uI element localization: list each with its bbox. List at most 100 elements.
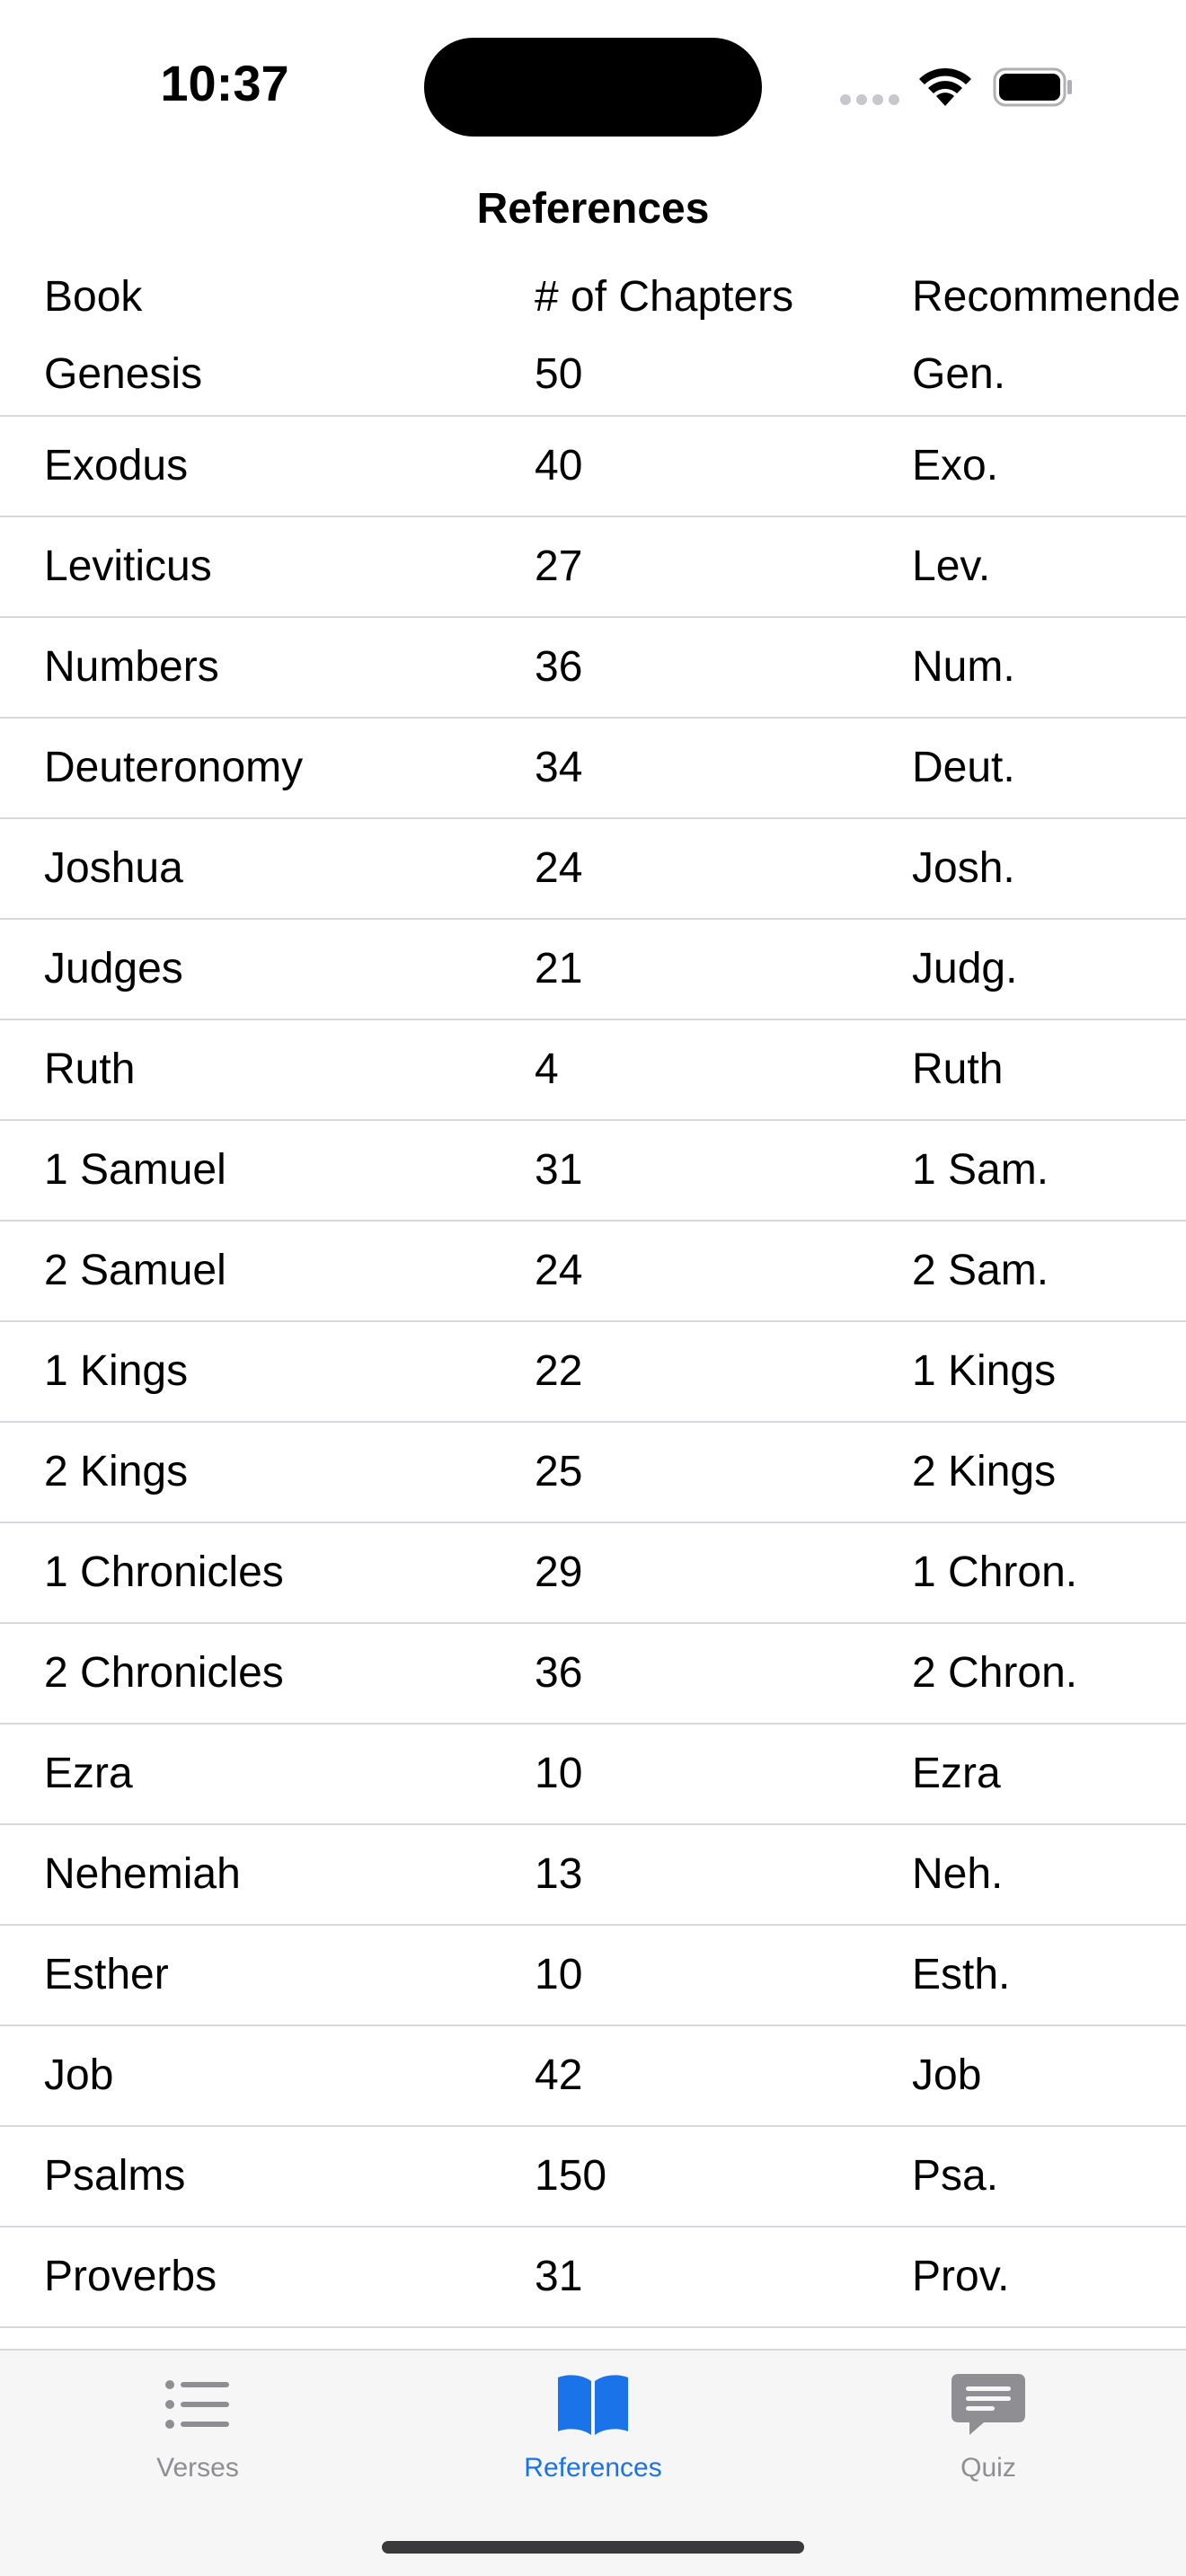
book-name-cell: 1 Samuel bbox=[44, 1146, 226, 1194]
book-name-cell: Genesis bbox=[44, 350, 203, 398]
table-row[interactable]: 1 Kings 22 1 Kings bbox=[0, 1322, 1186, 1421]
battery-icon bbox=[993, 67, 1072, 107]
abbreviation-cell: Psa. bbox=[912, 2152, 999, 2200]
book-name-cell: Joshua bbox=[44, 844, 183, 892]
book-name-cell: Exodus bbox=[44, 442, 189, 490]
table-row[interactable]: Joshua 24 Josh. bbox=[0, 819, 1186, 918]
table-row[interactable]: 2 Kings 25 2 Kings bbox=[0, 1423, 1186, 1522]
wifi-icon bbox=[919, 67, 971, 106]
table-row[interactable]: Leviticus 27 Lev. bbox=[0, 517, 1186, 616]
abbreviation-cell: Job bbox=[912, 2051, 982, 2099]
book-name-cell: Nehemiah bbox=[44, 1850, 241, 1898]
table-row[interactable]: 2 Samuel 24 2 Sam. bbox=[0, 1222, 1186, 1320]
chapter-count-cell: 36 bbox=[535, 1649, 583, 1697]
home-indicator bbox=[382, 2541, 804, 2554]
book-name-cell: Job bbox=[44, 2051, 114, 2099]
chapter-count-cell: 24 bbox=[535, 844, 583, 892]
tab-references[interactable]: References bbox=[458, 2369, 728, 2503]
table-row[interactable]: Nehemiah 13 Neh. bbox=[0, 1825, 1186, 1924]
cellular-signal-icon bbox=[840, 94, 899, 105]
status-bar: 10:37 bbox=[0, 0, 1186, 171]
chapter-count-cell: 4 bbox=[535, 1045, 559, 1093]
book-name-cell: 1 Chronicles bbox=[44, 1548, 284, 1596]
book-icon bbox=[558, 2375, 628, 2435]
abbreviation-cell: Eccl. bbox=[912, 2328, 1005, 2349]
status-time: 10:37 bbox=[160, 55, 289, 111]
chapter-count-cell: 34 bbox=[535, 744, 583, 791]
book-name-cell: 2 Chronicles bbox=[44, 1649, 284, 1697]
tab-verses-label: Verses bbox=[156, 2453, 239, 2483]
abbreviation-cell: Num. bbox=[912, 643, 1015, 691]
chapter-count-cell: 27 bbox=[535, 543, 583, 590]
book-name-cell: Deuteronomy bbox=[44, 744, 304, 791]
chapter-count-cell: 40 bbox=[535, 442, 583, 490]
page-title: References bbox=[476, 185, 710, 233]
book-name-cell: Ruth bbox=[44, 1045, 136, 1093]
chapter-count-cell: 150 bbox=[535, 2152, 607, 2200]
chapter-count-cell: 12 bbox=[535, 2328, 582, 2349]
chapter-count-cell: 31 bbox=[535, 1146, 583, 1194]
table-row[interactable]: Numbers 36 Num. bbox=[0, 618, 1186, 717]
table-row[interactable]: Proverbs 31 Prov. bbox=[0, 2228, 1186, 2326]
abbreviation-cell: Neh. bbox=[912, 1850, 1004, 1898]
book-name-cell: 2 Kings bbox=[44, 1448, 189, 1495]
table-row[interactable]: Ecclesiastes 12 Eccl. bbox=[0, 2328, 1186, 2349]
chapter-count-cell: 25 bbox=[535, 1448, 583, 1495]
table-row[interactable]: 1 Chronicles 29 1 Chron. bbox=[0, 1523, 1186, 1622]
book-name-cell: Ezra bbox=[44, 1750, 133, 1797]
chapter-count-cell: 29 bbox=[535, 1548, 583, 1596]
abbreviation-cell: Exo. bbox=[912, 442, 999, 490]
chapter-count-cell: 24 bbox=[535, 1247, 583, 1294]
column-header-abbreviation: Recommende bbox=[912, 273, 1181, 321]
abbreviation-cell: Gen. bbox=[912, 350, 1006, 398]
book-name-cell: Judges bbox=[44, 945, 183, 992]
tab-quiz[interactable]: Quiz bbox=[854, 2369, 1123, 2503]
table-row[interactable]: Judges 21 Judg. bbox=[0, 920, 1186, 1019]
table-body: Genesis 50 Gen. Exodus 40 Exo. Leviticus 27 Lev.… bbox=[0, 334, 1186, 2349]
table-row[interactable]: Ruth 4 Ruth bbox=[0, 1020, 1186, 1119]
abbreviation-cell: Deut. bbox=[912, 744, 1015, 791]
tab-bar: Verses References Quiz bbox=[0, 2349, 1186, 2576]
chapter-count-cell: 13 bbox=[535, 1850, 583, 1898]
dynamic-island bbox=[424, 38, 762, 137]
list-icon bbox=[165, 2380, 229, 2429]
references-table[interactable]: Book # of Chapters Recommende Genesis 50 G… bbox=[0, 260, 1186, 2349]
chapter-count-cell: 31 bbox=[535, 2253, 583, 2300]
table-header-row: Book # of Chapters Recommende bbox=[0, 260, 1186, 334]
chapter-count-cell: 36 bbox=[535, 643, 583, 691]
chapter-count-cell: 22 bbox=[535, 1347, 583, 1395]
chapter-count-cell: 10 bbox=[535, 1951, 583, 1998]
column-header-book: Book bbox=[44, 273, 143, 321]
book-name-cell: Proverbs bbox=[44, 2253, 217, 2300]
book-name-cell: Ecclesiastes bbox=[44, 2328, 284, 2349]
chat-bubble-icon bbox=[951, 2374, 1025, 2435]
table-row[interactable]: Psalms 150 Psa. bbox=[0, 2127, 1186, 2226]
chapter-count-cell: 50 bbox=[535, 350, 583, 398]
tab-references-label: References bbox=[524, 2453, 662, 2483]
table-row[interactable]: Job 42 Job bbox=[0, 2026, 1186, 2125]
abbreviation-cell: Josh. bbox=[912, 844, 1015, 892]
book-name-cell: Psalms bbox=[44, 2152, 186, 2200]
abbreviation-cell: Judg. bbox=[912, 945, 1018, 992]
tab-quiz-label: Quiz bbox=[960, 2453, 1016, 2483]
table-row[interactable]: Genesis 50 Gen. bbox=[0, 334, 1186, 415]
column-header-chapters: # of Chapters bbox=[535, 273, 794, 321]
book-name-cell: 2 Samuel bbox=[44, 1247, 226, 1294]
table-row[interactable]: 2 Chronicles 36 2 Chron. bbox=[0, 1624, 1186, 1723]
abbreviation-cell: 1 Sam. bbox=[912, 1146, 1049, 1194]
abbreviation-cell: Esth. bbox=[912, 1951, 1011, 1998]
book-name-cell: Esther bbox=[44, 1951, 169, 1998]
book-name-cell: Leviticus bbox=[44, 543, 212, 590]
tab-verses[interactable]: Verses bbox=[63, 2369, 332, 2503]
table-row[interactable]: 1 Samuel 31 1 Sam. bbox=[0, 1121, 1186, 1220]
table-row[interactable]: Exodus 40 Exo. bbox=[0, 417, 1186, 516]
abbreviation-cell: 1 Kings bbox=[912, 1347, 1057, 1395]
table-row[interactable]: Esther 10 Esth. bbox=[0, 1926, 1186, 2025]
abbreviation-cell: 1 Chron. bbox=[912, 1548, 1078, 1596]
book-name-cell: 1 Kings bbox=[44, 1347, 189, 1395]
abbreviation-cell: Lev. bbox=[912, 543, 991, 590]
chapter-count-cell: 21 bbox=[535, 945, 583, 992]
table-row[interactable]: Deuteronomy 34 Deut. bbox=[0, 719, 1186, 817]
abbreviation-cell: 2 Chron. bbox=[912, 1649, 1078, 1697]
table-row[interactable]: Ezra 10 Ezra bbox=[0, 1725, 1186, 1823]
